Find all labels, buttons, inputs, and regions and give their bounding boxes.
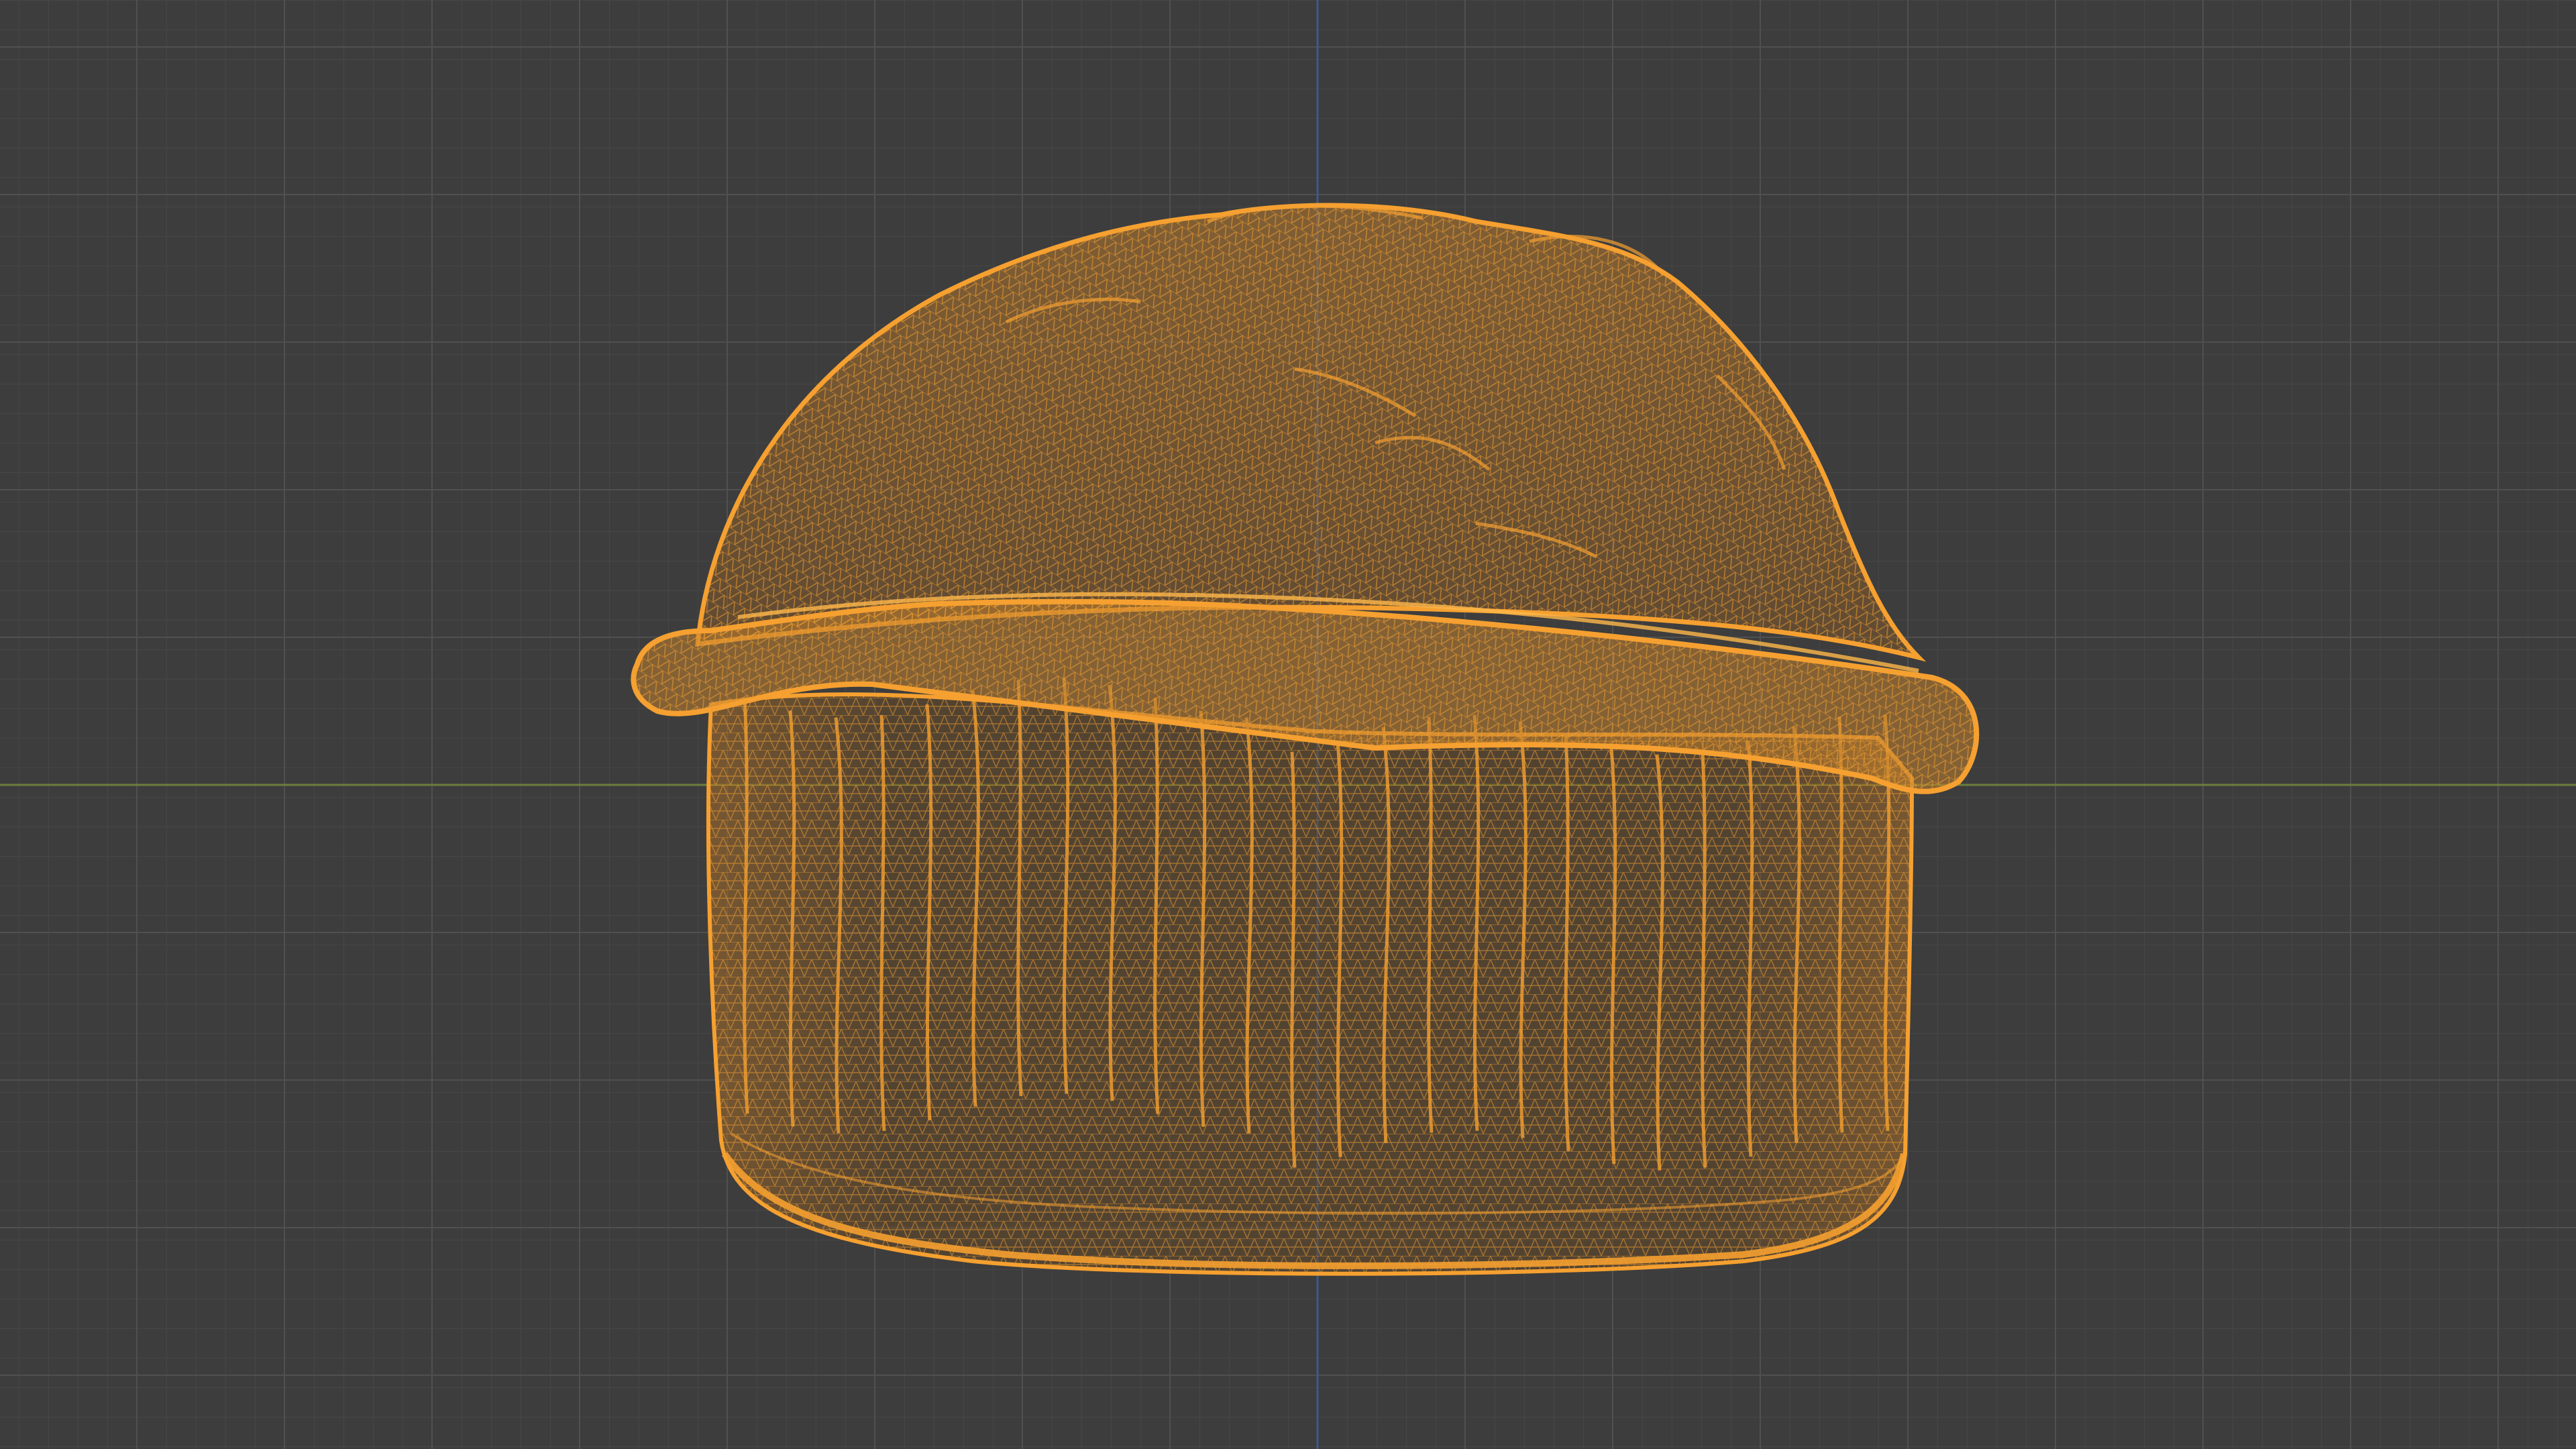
viewport-canvas[interactable] — [0, 0, 2576, 1449]
3d-viewport[interactable] — [0, 0, 2576, 1449]
